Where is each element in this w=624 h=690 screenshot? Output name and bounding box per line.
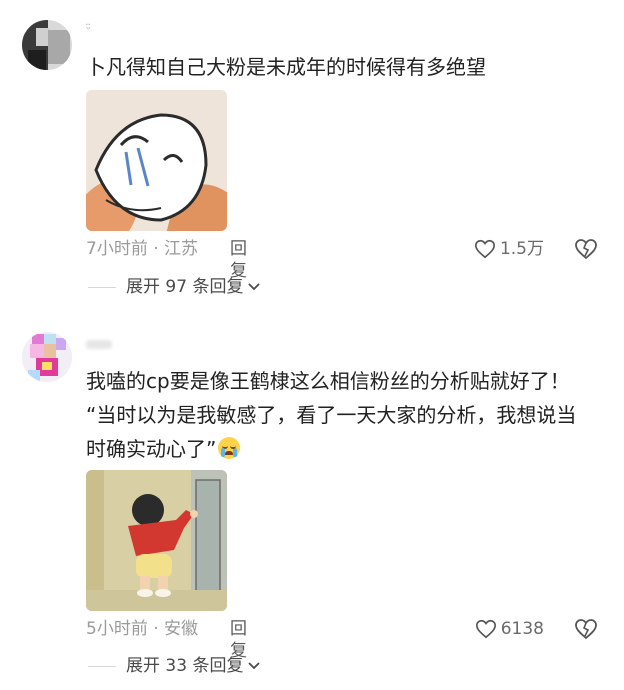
comment-text: 卜凡得知自己大粉是未成年的时候得有多绝望 [86,55,486,79]
avatar[interactable] [22,332,72,382]
expand-replies-label: 展开 97 条回复 [126,277,244,297]
time-location: 7小时前 · 江苏 [86,239,199,259]
dislike-heart-icon[interactable] [574,237,598,261]
heart-outline-icon [475,619,496,639]
like-count: 1.5万 [499,239,544,259]
expand-replies[interactable]: 展开 33 条回复 [88,655,261,677]
username[interactable]: ᵕ̈ [86,22,91,36]
comment-meta: 7小时前 · 江苏 回复 [86,238,247,281]
divider [88,665,116,667]
comment-text-line: 我嗑的cp要是像王鹤棣这么相信粉丝的分析贴就好了！ [86,369,570,393]
dislike-heart-icon[interactable] [574,617,598,641]
expand-replies-label: 展开 33 条回复 [126,656,244,676]
like-button[interactable]: 1.5万 [474,237,544,261]
divider [88,286,116,288]
username[interactable] [86,338,112,352]
like-button[interactable]: 6138 [475,617,544,641]
expand-replies[interactable]: 展开 97 条回复 [88,276,261,298]
crying-emoji-icon [218,437,241,459]
username-redacted [86,340,112,349]
comment-text: 我嗑的cp要是像王鹤棣这么相信粉丝的分析贴就好了！ “当时以为是我敏感了，看了一… [86,364,594,466]
comment-image[interactable] [86,470,227,611]
chevron-down-icon [248,283,261,291]
comment-text-line-3: 时确实动心了” [86,432,594,466]
chevron-down-icon [248,662,261,670]
heart-outline-icon [474,239,495,259]
comment-meta: 5小时前 · 安徽 回复 [86,618,247,661]
comment-text-line: “当时以为是我敏感了，看了一天大家的分析，我想说当 [86,403,577,427]
avatar[interactable] [22,20,72,70]
comment-image[interactable] [86,90,227,231]
time-location: 5小时前 · 安徽 [86,619,199,639]
comment-text-line: 时确实动心了” [86,437,217,461]
like-count: 6138 [500,619,544,639]
